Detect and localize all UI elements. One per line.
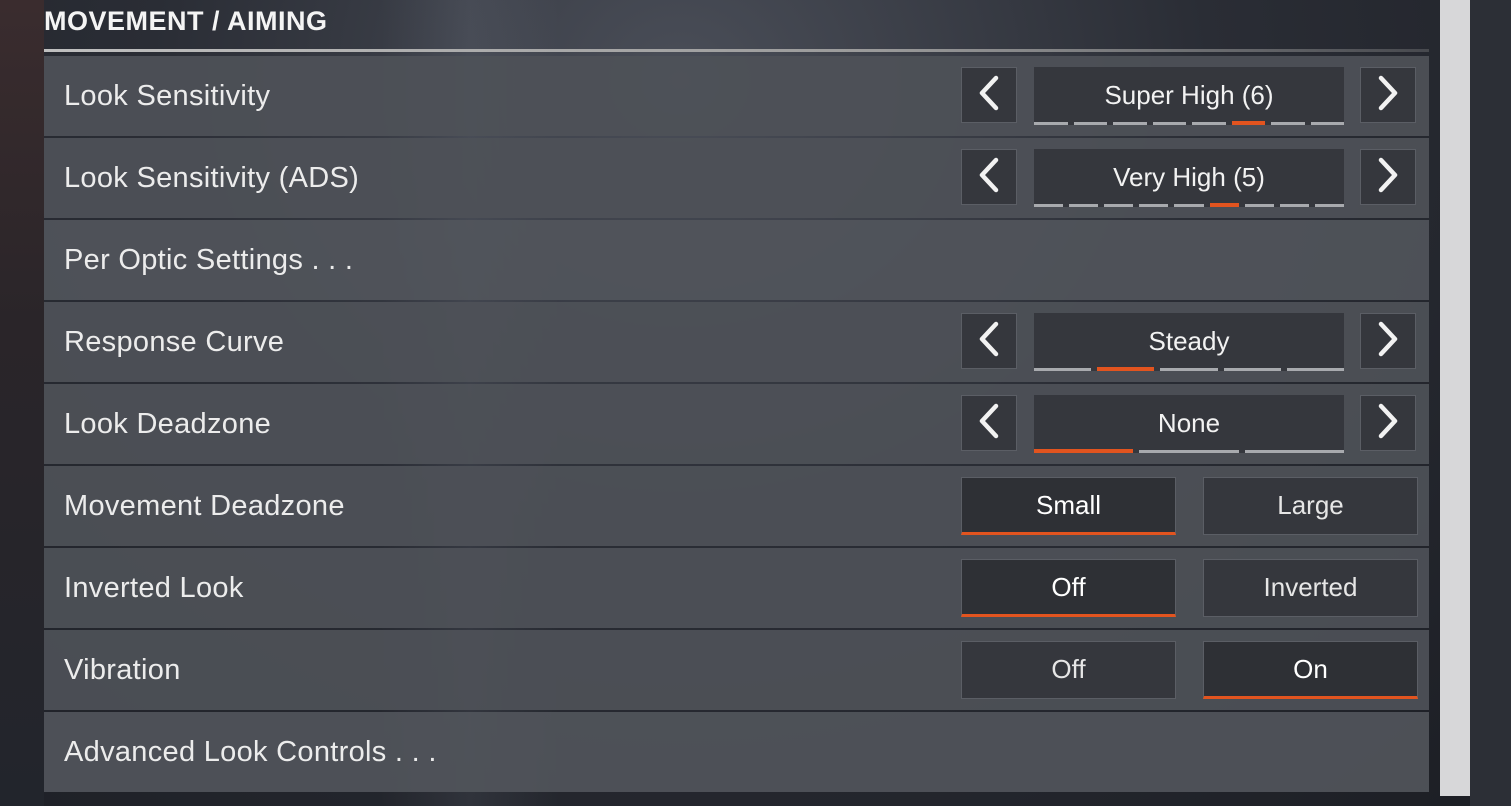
level-tick-active [1097, 367, 1155, 371]
section-title: MOVEMENT / AIMING [44, 6, 328, 36]
value-text: Very High (5) [1113, 162, 1265, 192]
chevron-right-icon [1376, 321, 1400, 362]
chevron-left-icon [977, 403, 1001, 444]
chevron-right-icon [1376, 157, 1400, 198]
level-tick [1271, 122, 1305, 125]
option-large-button[interactable]: Large [1203, 477, 1418, 535]
level-tick [1310, 122, 1344, 125]
next-button[interactable] [1360, 395, 1416, 451]
setting-label: Vibration [64, 654, 181, 686]
prev-button[interactable] [961, 313, 1017, 369]
setting-row-inverted-look: Inverted Look Off Inverted [44, 548, 1429, 628]
option-off-button[interactable]: Off [961, 641, 1176, 699]
setting-row-advanced-look-controls[interactable]: Advanced Look Controls . . . [44, 712, 1429, 792]
next-button[interactable] [1360, 67, 1416, 123]
value-display: None [1034, 395, 1344, 453]
value-text: Super High (6) [1104, 80, 1274, 110]
option-on-button[interactable]: On [1203, 641, 1418, 699]
option-small-button[interactable]: Small [961, 477, 1176, 535]
level-tick-active [1034, 449, 1134, 453]
setting-label: Movement Deadzone [64, 490, 345, 522]
level-tick [1034, 204, 1064, 207]
level-tick [1139, 204, 1169, 207]
option-off-button[interactable]: Off [961, 559, 1176, 617]
setting-row-look-deadzone: Look Deadzone None [44, 384, 1429, 464]
level-tick [1160, 368, 1218, 371]
setting-label: Response Curve [64, 326, 285, 358]
level-tick [1314, 204, 1344, 207]
scrollbar-track[interactable] [1470, 0, 1511, 806]
level-indicator [1034, 449, 1344, 453]
value-display: Super High (6) [1034, 67, 1344, 125]
setting-row-look-sensitivity: Look Sensitivity Super High (6) [44, 56, 1429, 136]
level-tick [1139, 450, 1239, 453]
background-left [0, 0, 44, 806]
level-tick [1152, 122, 1186, 125]
setting-row-per-optic-settings[interactable]: Per Optic Settings . . . [44, 220, 1429, 300]
settings-list: Look Sensitivity Super High (6) Look Sensi… [44, 56, 1429, 794]
setting-row-response-curve: Response Curve Steady [44, 302, 1429, 382]
setting-label: Per Optic Settings . . . [64, 244, 354, 276]
chevron-left-icon [977, 321, 1001, 362]
setting-label: Look Sensitivity (ADS) [64, 162, 360, 194]
scrollbar-thumb[interactable] [1440, 0, 1470, 796]
option-inverted-button[interactable]: Inverted [1203, 559, 1418, 617]
chevron-left-icon [977, 75, 1001, 116]
level-indicator [1034, 121, 1344, 125]
setting-label: Advanced Look Controls . . . [64, 736, 437, 768]
value-text: Steady [1148, 326, 1230, 356]
level-indicator [1034, 203, 1344, 207]
level-tick [1104, 204, 1134, 207]
value-display: Steady [1034, 313, 1345, 371]
level-tick [1244, 450, 1344, 453]
level-tick [1113, 122, 1147, 125]
next-button[interactable] [1360, 313, 1416, 369]
prev-button[interactable] [961, 395, 1017, 451]
level-tick [1223, 368, 1281, 371]
prev-button[interactable] [961, 149, 1017, 205]
setting-row-look-sensitivity-ads: Look Sensitivity (ADS) Very High (5) [44, 138, 1429, 218]
setting-row-movement-deadzone: Movement Deadzone Small Large [44, 466, 1429, 546]
level-tick-active [1209, 203, 1239, 207]
section-divider [44, 49, 1429, 52]
level-tick [1192, 122, 1226, 125]
prev-button[interactable] [961, 67, 1017, 123]
setting-label: Look Deadzone [64, 408, 272, 440]
level-tick-active [1231, 121, 1265, 125]
setting-row-vibration: Vibration Off On [44, 630, 1429, 710]
value-text: None [1157, 408, 1221, 438]
level-tick [1174, 204, 1204, 207]
level-indicator [1034, 367, 1345, 371]
setting-label: Look Sensitivity [64, 80, 271, 112]
level-tick [1279, 204, 1309, 207]
setting-label: Inverted Look [64, 572, 244, 604]
level-tick [1286, 368, 1345, 371]
level-tick [1034, 368, 1092, 371]
chevron-right-icon [1376, 75, 1400, 116]
next-button[interactable] [1360, 149, 1416, 205]
chevron-right-icon [1376, 403, 1400, 444]
level-tick [1073, 122, 1107, 125]
value-display: Very High (5) [1034, 149, 1344, 207]
level-tick [1069, 204, 1099, 207]
level-tick [1034, 122, 1068, 125]
chevron-left-icon [977, 157, 1001, 198]
level-tick [1244, 204, 1274, 207]
